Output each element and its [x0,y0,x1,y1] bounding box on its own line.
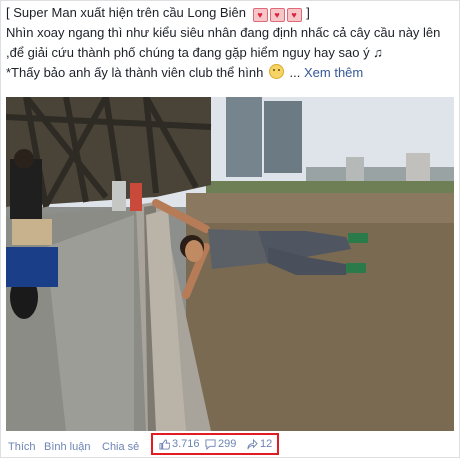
post-footer: Thích Bình luận Chia sẻ 3.716 299 12 [6,433,456,457]
hearts-group: ♥ ♥ ♥ [252,3,303,23]
facebook-post: [ Super Man xuất hiện trên cầu Long Biên… [0,0,460,458]
share-link[interactable]: Chia sẻ [102,441,139,453]
comment-bubble-icon [205,438,216,450]
post-title-close: ] [306,5,310,20]
shares-count: 12 [260,438,273,450]
like-link[interactable]: Thích [8,441,36,453]
likes-stat[interactable]: 3.716 [159,438,200,450]
post-photo[interactable] [6,97,454,431]
post-body-line-3: *Thấy bảo anh ấy là thành viên club thể … [6,63,454,83]
shares-stat[interactable]: 12 [247,438,272,450]
post-text: [ Super Man xuất hiện trên cầu Long Biên… [6,3,454,83]
post-title-line: [ Super Man xuất hiện trên cầu Long Biên… [6,3,454,23]
see-more-link[interactable]: Xem thêm [304,65,363,80]
post-title: [ Super Man xuất hiện trên cầu Long Biên [6,5,246,20]
heart-icon: ♥ [252,8,268,22]
thumbs-up-icon [159,438,170,450]
heart-icon: ♥ [269,8,285,22]
post-body-text-3: *Thấy bảo anh ấy là thành viên club thể … [6,65,264,80]
likes-count: 3.716 [172,438,200,450]
comments-stat[interactable]: 299 [205,438,236,450]
comment-link[interactable]: Bình luận [44,441,90,453]
ellipsis: ... [285,65,301,80]
engagement-stats: 3.716 299 12 [151,433,279,455]
smile-emoji-icon [268,64,284,79]
post-body-line-2: ,để giải cứu thành phố chúng ta đang gặp… [6,45,383,60]
comments-count: 299 [218,438,237,450]
share-arrow-icon [247,438,258,449]
heart-icon: ♥ [286,8,302,22]
post-body-line-1: Nhìn xoay ngang thì như kiểu siêu nhân đ… [6,25,441,40]
bridge-photo-illustration [6,97,454,431]
